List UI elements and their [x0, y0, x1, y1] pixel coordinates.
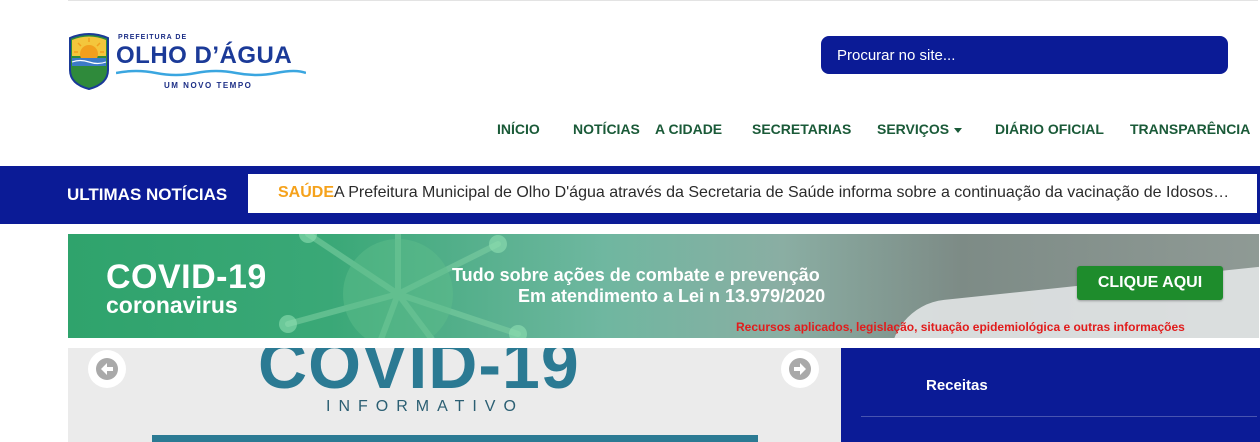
slider-prev-button[interactable] [88, 350, 126, 388]
banner-subtitle: coronavirus [106, 292, 238, 318]
search-input[interactable] [821, 36, 1228, 74]
nav-item-servicos[interactable]: SERVIÇOS [877, 121, 963, 137]
logo-small-text: PREFEITURA DE [118, 34, 188, 41]
nav-item-diario-oficial[interactable]: DIÁRIO OFICIAL [995, 121, 1104, 137]
city-emblem-icon [69, 33, 109, 90]
logo-tagline: UM NOVO TEMPO [164, 81, 253, 90]
covid-banner[interactable]: COVID-19 coronavirus Tudo sobre ações de… [68, 234, 1259, 338]
site-logo[interactable]: PREFEITURA DE OLHO D’ÁGUA UM NOVO TEMPO [66, 32, 316, 94]
nav-item-servicos-label: SERVIÇOS [877, 121, 950, 137]
banner-line-2: Em atendimento a Lei n 13.979/2020 [518, 286, 826, 306]
news-ticker-bar: ULTIMAS NOTÍCIAS SAÚDE A Prefeitura Muni… [0, 166, 1260, 224]
nav-item-noticias[interactable]: NOTÍCIAS [573, 121, 640, 137]
slide-subtitle: INFORMATIVO [326, 398, 524, 415]
logo-wave-icon [116, 69, 306, 77]
arrow-right-icon [789, 358, 811, 380]
news-ticker-box[interactable]: SAÚDE A Prefeitura Municipal de Olho D'á… [248, 174, 1257, 213]
news-ticker-heading: ULTIMAS NOTÍCIAS [67, 185, 228, 204]
nav-item-secretarias[interactable]: SECRETARIAS [752, 121, 851, 137]
nav-item-inicio[interactable]: INÍCIO [497, 121, 540, 137]
caret-down-icon [954, 127, 963, 133]
arrow-left-icon [96, 358, 118, 380]
side-menu-panel: Receitas [841, 348, 1260, 442]
banner-note: Recursos aplicados, legislação, situação… [736, 320, 1185, 334]
news-category-tag: SAÚDE [278, 184, 335, 201]
banner-line-1: Tudo sobre ações de combate e prevenção [452, 265, 820, 285]
side-menu-divider [861, 416, 1257, 417]
slider-next-button[interactable] [781, 350, 819, 388]
logo-name: OLHO D’ÁGUA [116, 42, 293, 69]
side-menu-item-receitas[interactable]: Receitas [926, 377, 988, 394]
nav-item-transparencia[interactable]: TRANSPARÊNCIA [1130, 121, 1250, 137]
news-headline-link[interactable]: A Prefeitura Municipal de Olho D'água at… [334, 184, 1229, 202]
click-here-button[interactable]: CLIQUE AQUI [1077, 266, 1223, 300]
top-divider [68, 0, 1258, 1]
virus-image [279, 234, 527, 338]
nav-item-a-cidade[interactable]: A CIDADE [655, 121, 722, 137]
news-slider[interactable]: COVID-19 INFORMATIVO [68, 348, 841, 442]
slide-bar [152, 435, 758, 442]
slide-title: COVID-19 [258, 348, 580, 403]
